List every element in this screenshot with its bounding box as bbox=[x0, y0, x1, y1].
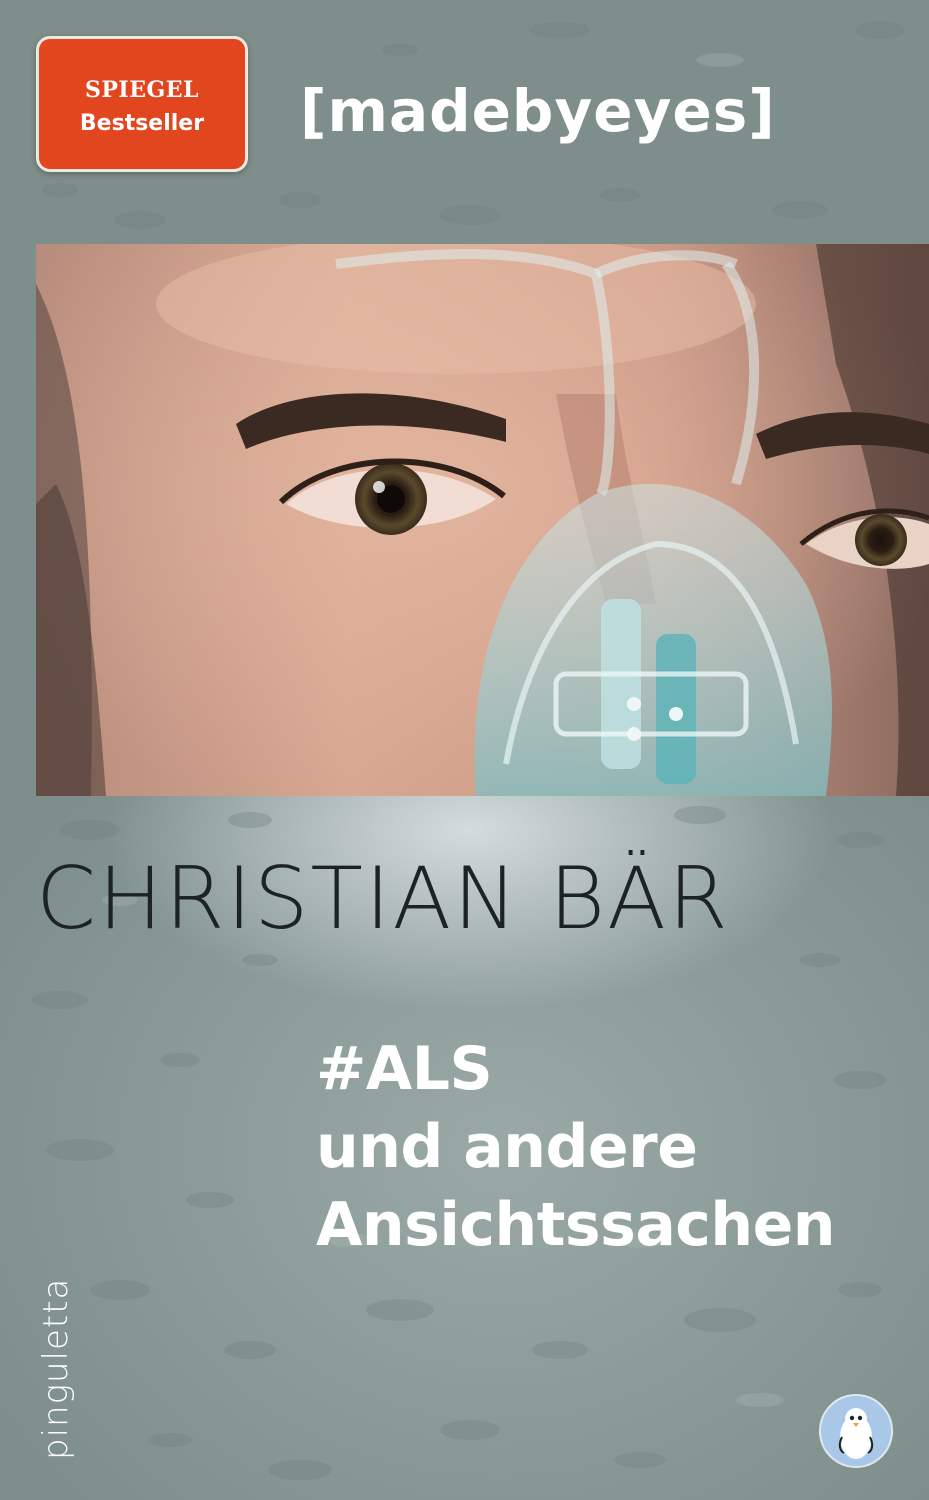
series-name: [madebyeyes] bbox=[300, 77, 776, 145]
title-line-2: und andere bbox=[316, 1112, 698, 1182]
penguin-icon bbox=[819, 1394, 893, 1468]
title-line-1: #ALS bbox=[316, 1034, 493, 1104]
book-title: #ALS und andere Ansichtssachen bbox=[316, 1030, 836, 1264]
author-name: CHRISTIAN BÄR bbox=[36, 849, 730, 949]
title-line-3: Ansichtssachen bbox=[316, 1190, 836, 1260]
publisher-name: pinguletta bbox=[36, 1277, 76, 1460]
cover-photo bbox=[36, 244, 929, 796]
face-with-oxygen-mask-illustration bbox=[36, 244, 929, 796]
book-cover: SPIEGEL Bestseller [madebyeyes] CHRISTIA… bbox=[0, 0, 929, 1500]
badge-line-1: SPIEGEL bbox=[84, 77, 199, 103]
spiegel-bestseller-badge: SPIEGEL Bestseller bbox=[36, 36, 248, 172]
badge-line-2: Bestseller bbox=[79, 111, 205, 136]
